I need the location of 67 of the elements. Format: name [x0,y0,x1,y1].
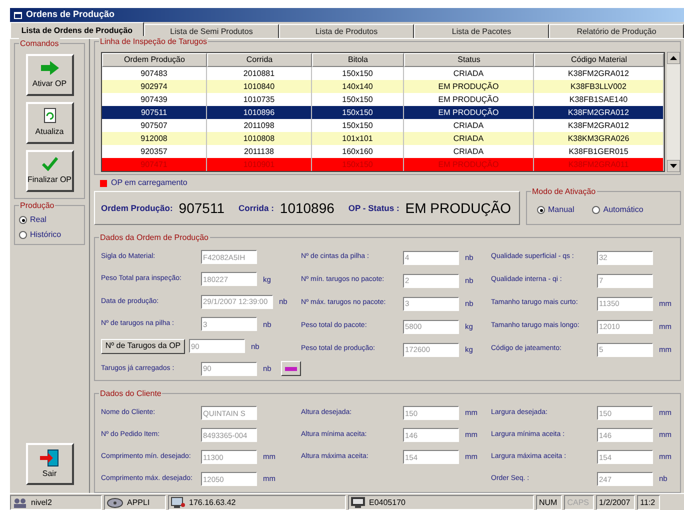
column-header[interactable]: Bitola [312,53,404,67]
summary-label: Corrida : [238,202,274,214]
status-text: 11:2 [640,496,656,508]
radio-option[interactable]: Histórico [19,229,84,241]
table-row[interactable]: 907439 1010735 150x150 EM PRODUÇÃO K38FB1SAE140 [102,93,664,106]
finish-button[interactable]: Finalizar OP [26,150,74,192]
group-title: Produção [19,200,56,212]
summary-value: EM PRODUÇÃO [405,198,512,218]
table-cell: 150x150 [312,158,404,171]
tab[interactable]: Relatório de Produção [549,24,684,38]
group-title: Linha de Inspeção de Tarugos [99,36,208,48]
table-cell: 907471 [102,158,207,171]
monitor-icon [171,497,185,508]
status-text: 176.16.63.42 [189,496,236,508]
status-text: E0405170 [369,496,406,508]
exit-button[interactable]: Sair [26,443,74,485]
column-header[interactable]: Ordem Produção [102,53,207,67]
radio-option[interactable]: Automático [592,204,644,216]
status-text: APPLI [127,496,150,508]
summary-value: 1010896 [280,198,334,218]
tab[interactable]: Lista de Semi Produtos [144,24,279,38]
status-text: NUM [539,496,558,508]
group-title: Modo de Ativação [531,186,597,198]
window-icon [14,12,22,18]
window-title: Ordens de Produção [26,8,115,22]
table-row[interactable]: 907507 2011098 150x150 CRIADA K38FM2GRA012 [102,119,664,132]
radio-option[interactable]: Manual [537,204,574,216]
table-cell: EM PRODUÇÃO [404,158,534,171]
column-header[interactable]: Código Material [534,53,664,67]
column-header[interactable]: Status [404,53,534,67]
document-icon [44,108,56,123]
scroll-up-icon[interactable] [667,52,680,64]
radio-button[interactable] [19,231,27,239]
check-icon [42,156,58,170]
door-exit-icon [40,448,60,466]
activate-button[interactable]: Ativar OP [26,54,74,96]
group-title: Dados da Ordem de Produção [99,232,210,244]
radio-button[interactable] [537,206,545,214]
radio-button[interactable] [19,216,27,224]
table-row[interactable]: 902974 1010840 140x140 EM PRODUÇÃO K38FB3LLV002 [102,80,664,93]
color-bar-button[interactable] [281,361,301,376]
status-text: 1/2/2007 [599,496,630,508]
legend-label: OP em carregamento [111,177,188,189]
tarugos-button[interactable]: Nº de Tarugos da OP [101,338,185,354]
computer-icon [351,497,365,508]
users-icon [13,498,27,508]
scroll-down-icon[interactable] [667,160,680,172]
tab[interactable]: Lista de Produtos [279,24,414,38]
status-text: nivel2 [31,496,52,508]
tab[interactable]: Lista de Pacotes [414,24,549,38]
refresh-button[interactable]: Atualiza [26,102,74,144]
table-row[interactable]: 907511 1010896 150x150 EM PRODUÇÃO K38FM2GRA012 [102,106,664,119]
radio-option[interactable]: Real [19,214,84,226]
table-cell: 1010901 [207,158,312,171]
summary-value: 907511 [178,198,224,218]
tab[interactable]: Lista de Ordens de Produção [10,22,144,38]
table-row[interactable]: 920357 2011138 160x160 CRIADA K38FB1GER015 [102,145,664,158]
disk-icon [107,498,123,508]
summary-label: OP - Status : [348,202,400,214]
arrow-right-icon [40,60,58,74]
radio-button[interactable] [592,206,600,214]
summary-label: Ordem Produção: [101,202,173,214]
table-row[interactable]: 912008 1010808 101x101 CRIADA K38KM3GRA026 [102,132,664,145]
column-header[interactable]: Corrida [207,53,312,67]
table-cell: K38FM2GRA011 [534,158,664,171]
table-row[interactable]: 907483 2010881 150x150 CRIADA K38FM2GRA012 [102,67,664,80]
scrollbar[interactable] [667,52,680,172]
